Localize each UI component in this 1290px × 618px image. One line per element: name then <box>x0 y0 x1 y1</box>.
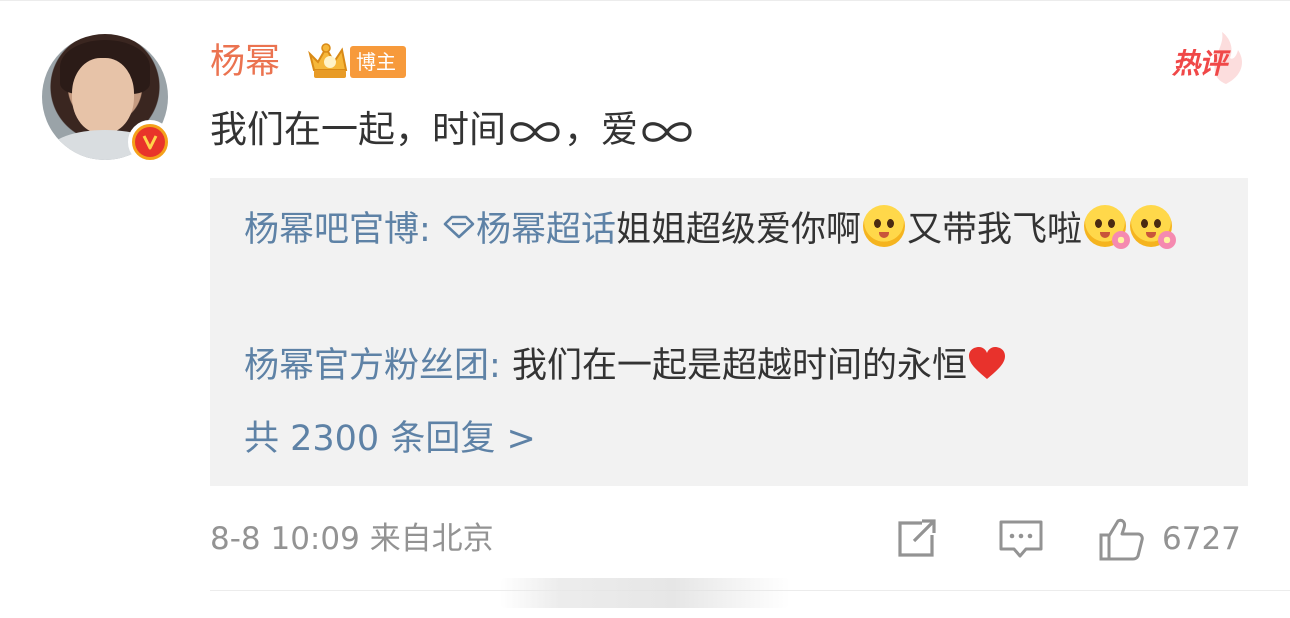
infinity-icon <box>510 121 560 142</box>
next-item-fade <box>500 578 790 608</box>
emoji-icon <box>862 205 905 247</box>
avatar-face <box>72 58 134 134</box>
comment-text: 我们在一起，时间 ，爱 <box>210 104 696 156</box>
verified-v-icon <box>128 120 172 164</box>
reply-preview-box[interactable]: 杨幂吧官博: 杨幂超话姐姐超级爱你啊 又带我飞啦 杨幂官方粉丝团: 我们在一起是超… <box>210 178 1248 486</box>
comment-text-prefix: 我们在一起，时间 <box>210 108 506 151</box>
reply-author[interactable]: 杨幂吧官博 <box>244 210 419 250</box>
like-icon <box>1099 518 1144 561</box>
like-button[interactable]: 6727 <box>1098 516 1241 562</box>
reply-text: 我们在一起是超越时间的永恒 <box>511 346 967 386</box>
role-badge[interactable]: 博主 <box>350 46 406 78</box>
comment-meta: 8-8 10:09 来自北京 <box>210 518 494 560</box>
topic-diamond-icon <box>443 215 475 239</box>
reply-item[interactable]: 杨幂吧官博: 杨幂超话姐姐超级爱你啊 又带我飞啦 <box>244 202 1204 259</box>
emoji-icon <box>1130 205 1176 249</box>
comment-location: 来自北京 <box>369 521 494 557</box>
reply-separator: : <box>419 210 431 250</box>
reply-author[interactable]: 杨幂官方粉丝团 <box>244 346 489 386</box>
infinity-icon <box>642 121 692 142</box>
comment-text-mid: ，爱 <box>564 108 638 151</box>
top-divider <box>0 0 1290 1</box>
heart-icon <box>968 347 1005 379</box>
reply-separator: : <box>489 346 501 386</box>
hot-comment-tag: 热评 <box>1168 32 1248 86</box>
share-button[interactable] <box>896 516 940 562</box>
crown-level-icon[interactable] <box>304 40 356 84</box>
reply-text: 姐姐超级爱你啊 <box>615 210 861 250</box>
comment-icon <box>999 520 1043 558</box>
username[interactable]: 杨幂 <box>210 38 280 86</box>
share-icon <box>898 519 936 557</box>
emoji-icon <box>1084 205 1130 249</box>
comment-button[interactable] <box>998 516 1044 562</box>
view-all-replies-link[interactable]: 共 2300 条回复 > <box>244 414 536 464</box>
topic-link[interactable]: 杨幂超话 <box>476 210 616 250</box>
like-count: 6727 <box>1162 521 1241 557</box>
reply-text: 又带我飞啦 <box>906 210 1082 250</box>
reply-item[interactable]: 杨幂官方粉丝团: 我们在一起是超越时间的永恒 <box>244 338 1007 395</box>
comment-time: 8-8 10:09 <box>210 521 360 557</box>
